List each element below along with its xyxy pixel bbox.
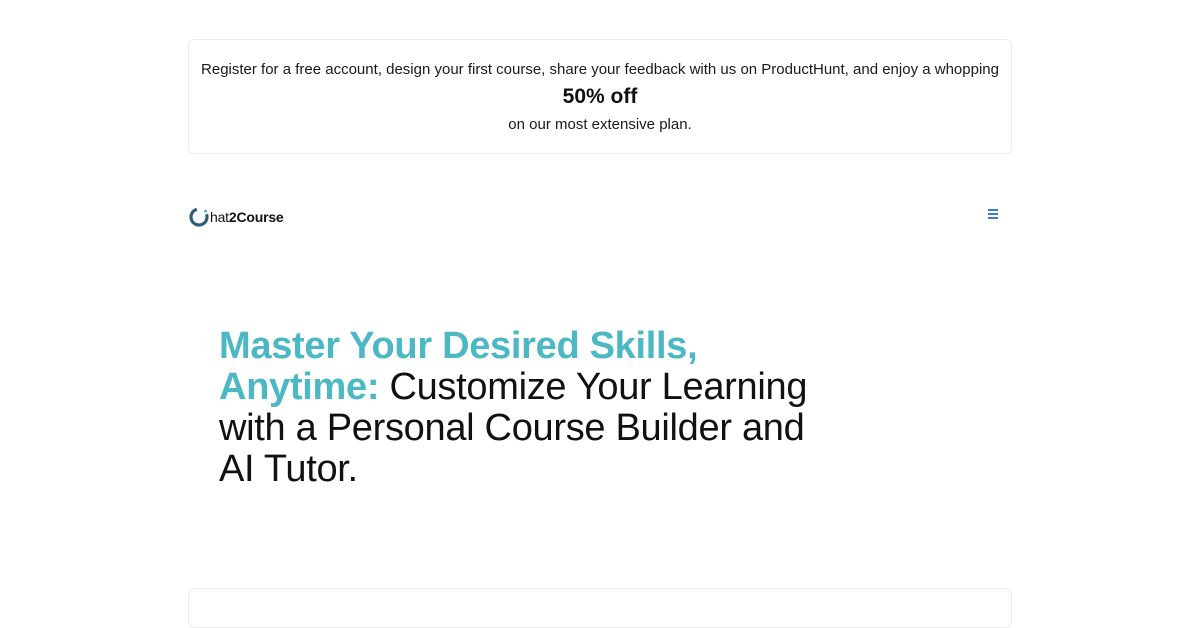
promo-text-outro: on our most extensive plan. <box>508 116 692 133</box>
logo-wordmark-suffix: Course <box>236 209 284 225</box>
site-header: hat2Course <box>188 200 1012 234</box>
hero-headline: Master Your Desired Skills, Anytime: Cus… <box>219 326 839 490</box>
promo-text-intro: Register for a free account, design your… <box>201 61 999 78</box>
promo-offer-highlight: 50% off <box>562 85 638 108</box>
c-ring-logo-icon <box>189 207 209 227</box>
hamburger-icon <box>988 209 1000 219</box>
hamburger-menu-button[interactable] <box>988 209 1000 221</box>
logo-wordmark-prefix: hat <box>210 209 229 225</box>
promo-banner: Register for a free account, design your… <box>188 39 1012 154</box>
logo-wordmark: hat2Course <box>210 206 284 228</box>
next-section-card <box>188 588 1012 628</box>
site-logo-link[interactable]: hat2Course <box>188 204 284 230</box>
